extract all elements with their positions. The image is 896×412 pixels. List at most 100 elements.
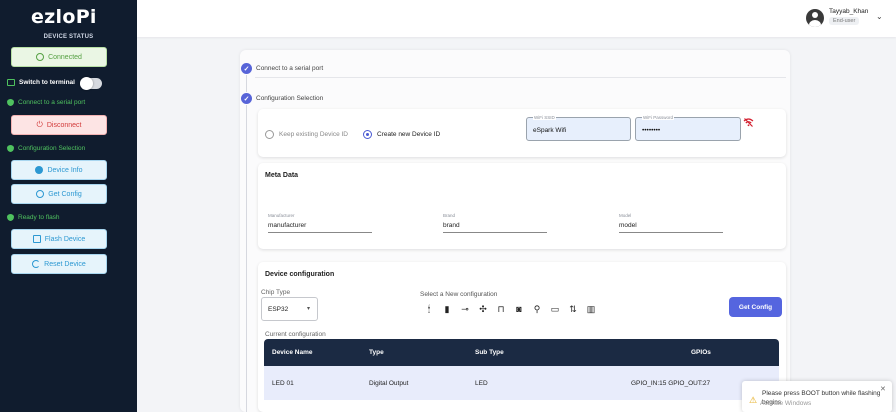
sensor-icon[interactable]: ✣	[478, 303, 488, 315]
current-config-label: Current configuration	[265, 331, 326, 338]
download-icon	[36, 190, 45, 198]
chevron-down-icon[interactable]: ⌄	[876, 12, 883, 21]
flash-device-button[interactable]: Flash Device	[11, 229, 107, 249]
info-icon	[35, 166, 44, 174]
get-config-sidebar-label: Get Config	[48, 190, 82, 198]
top-bar	[137, 0, 896, 37]
check-circle-icon	[36, 53, 45, 61]
divider	[255, 77, 786, 78]
brand-value: brand	[443, 222, 460, 229]
wifi-ssid-value: eSpark Wifi	[533, 127, 567, 134]
cell-device-name: LED 01	[272, 380, 294, 387]
wifi-password-field[interactable]: WiFi Password ••••••••	[635, 115, 741, 141]
connected-button[interactable]: Connected	[11, 47, 107, 67]
check-icon: ✓	[241, 93, 252, 104]
radio-unchecked-icon	[265, 130, 274, 139]
flash-icon	[32, 235, 41, 243]
step-serial-label: Connect to a serial port	[256, 65, 324, 72]
cell-type: Digital Output	[369, 380, 409, 387]
user-role-badge: End-user	[829, 17, 860, 25]
chip-type-label: Chip Type	[261, 289, 291, 296]
config-selection-heading: Configuration Selection	[7, 145, 85, 152]
button-icon[interactable]: ⊸	[460, 303, 470, 315]
analog-icon[interactable]: ▭	[550, 303, 560, 315]
uart-icon[interactable]: ⇅	[568, 303, 578, 315]
connected-label: Connected	[48, 53, 82, 61]
step-config-selection: ✓ Configuration Selection	[241, 93, 323, 104]
serial-port-heading-label: Connect to a serial port	[18, 99, 86, 106]
serial-port-heading: Connect to a serial port	[7, 99, 85, 106]
activate-windows-watermark: Activate Windows	[760, 400, 812, 407]
config-table-header: Device Name Type Sub Type GPIOs	[264, 339, 779, 366]
step-connector	[246, 105, 247, 412]
keep-device-id-radio[interactable]: Keep existing Device ID	[265, 130, 348, 139]
step-config-label: Configuration Selection	[256, 95, 324, 102]
header-device-name: Device Name	[272, 349, 313, 356]
sidebar: ezloPi DEVICE STATUS Connected Switch to…	[0, 0, 137, 412]
close-icon[interactable]: ✕	[880, 385, 886, 393]
i2c-icon[interactable]: ▥	[586, 303, 596, 315]
chip-type-value: ESP32	[268, 306, 289, 313]
shield-check-icon	[7, 214, 14, 221]
chip-type-select[interactable]: ESP32 ▾	[261, 297, 318, 321]
create-device-id-radio[interactable]: Create new Device ID	[363, 130, 440, 139]
wifi-ssid-field[interactable]: WiFi SSID eSpark Wifi	[526, 115, 631, 141]
relay-icon[interactable]: ▮	[442, 303, 452, 315]
header-gpios: GPIOs	[691, 349, 711, 356]
table-row[interactable]: LED 01 Digital Output LED GPIO_IN:15 GPI…	[264, 366, 779, 400]
reset-device-button[interactable]: Reset Device	[11, 254, 107, 274]
create-device-id-label: Create new Device ID	[377, 131, 441, 138]
disconnect-label: Disconnect	[46, 121, 82, 129]
device-info-button[interactable]: Device Info	[11, 160, 107, 180]
model-label: Model	[619, 213, 632, 218]
device-status-heading: DEVICE STATUS	[43, 34, 94, 40]
ready-flash-heading-label: Ready to flash	[18, 214, 60, 221]
digital-input-icon[interactable]: ⊓	[496, 303, 506, 315]
terminal-icon	[7, 79, 15, 86]
wifi-password-value: ••••••••	[642, 127, 661, 134]
warning-icon: ⚠	[749, 395, 758, 405]
user-name: Tayyab_Khan	[829, 8, 869, 15]
header-sub-type: Sub Type	[475, 349, 504, 356]
model-value: model	[619, 222, 637, 229]
reset-device-label: Reset Device	[44, 260, 86, 268]
cell-sub-type: LED	[475, 380, 488, 387]
step-serial-port: ✓ Connect to a serial port	[241, 63, 323, 74]
switch-terminal-row: Switch to terminal	[7, 79, 75, 86]
disconnect-button[interactable]: ⏻ Disconnect	[11, 115, 107, 135]
meta-data-card	[258, 163, 786, 249]
wifi-password-label: WiFi Password	[642, 115, 675, 120]
device-config-title: Device configuration	[265, 271, 335, 278]
get-config-button[interactable]: Get Config	[729, 297, 782, 317]
manufacturer-value: manufacturer	[268, 222, 307, 229]
terminal-toggle[interactable]	[80, 77, 102, 90]
power-icon: ⏻	[36, 120, 43, 129]
motor-icon[interactable]: ◙	[514, 303, 524, 315]
device-info-label: Device Info	[47, 166, 83, 174]
flash-warning-toast: ⚠ Please press BOOT button while flashin…	[742, 381, 892, 412]
wifi-ssid-label: WiFi SSID	[533, 115, 556, 120]
shield-check-icon	[7, 145, 14, 152]
antenna-icon[interactable]: ⚲	[532, 303, 542, 315]
wifi-off-icon[interactable]	[743, 118, 754, 129]
user-avatar-icon[interactable]	[806, 9, 824, 27]
dropdown-arrow-icon: ▾	[307, 306, 311, 312]
config-selection-heading-label: Configuration Selection	[18, 145, 86, 152]
ready-flash-heading: Ready to flash	[7, 214, 60, 221]
cell-gpios: GPIO_IN:15 GPIO_OUT:27	[631, 380, 711, 387]
header-type: Type	[369, 349, 384, 356]
new-config-label: Select a New configuration	[420, 291, 498, 298]
meta-data-title: Meta Data	[265, 172, 299, 179]
shield-check-icon	[7, 99, 14, 106]
keep-device-id-label: Keep existing Device ID	[279, 131, 349, 138]
refresh-icon	[32, 260, 41, 268]
radio-checked-icon	[363, 130, 372, 139]
led-icon[interactable]: 🕯	[424, 303, 434, 315]
step-connector	[246, 75, 247, 92]
app-logo: ezloPi	[31, 6, 97, 28]
check-icon: ✓	[241, 63, 252, 74]
get-config-sidebar-button[interactable]: Get Config	[11, 184, 107, 204]
switch-terminal-label: Switch to terminal	[19, 79, 75, 86]
brand-label: Brand	[443, 213, 456, 218]
config-icons-row: 🕯 ▮ ⊸ ✣ ⊓ ◙ ⚲ ▭ ⇅ ▥	[424, 303, 596, 315]
